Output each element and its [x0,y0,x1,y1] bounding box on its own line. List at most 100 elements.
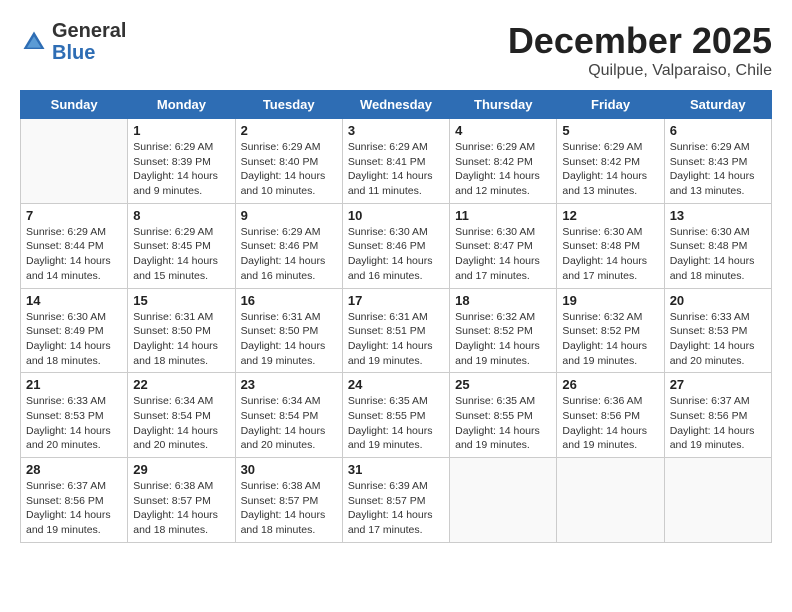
calendar-cell: 5 Sunrise: 6:29 AM Sunset: 8:42 PM Daylig… [557,119,664,204]
day-info: Sunrise: 6:32 AM Sunset: 8:52 PM Dayligh… [562,310,658,369]
day-number: 13 [670,208,766,223]
calendar-week-row: 14Sunrise: 6:30 AM Sunset: 8:49 PM Dayli… [21,288,772,373]
calendar-cell: 1 Sunrise: 6:29 AM Sunset: 8:39 PM Daylig… [128,119,235,204]
calendar-cell [664,458,771,543]
calendar-cell: 16Sunrise: 6:31 AM Sunset: 8:50 PM Dayli… [235,288,342,373]
day-number: 3 [348,123,444,138]
day-info: Sunrise: 6:35 AM Sunset: 8:55 PM Dayligh… [348,394,444,453]
day-info: Sunrise: 6:29 AM Sunset: 8:43 PM Dayligh… [670,140,766,199]
page-header: General Blue December 2025 Quilpue, Valp… [20,20,772,80]
calendar-cell: 20 Sunrise: 6:33 AM Sunset: 8:53 PM Dayli… [664,288,771,373]
day-info: Sunrise: 6:29 AM Sunset: 8:39 PM Dayligh… [133,140,229,199]
day-number: 4 [455,123,551,138]
day-info: Sunrise: 6:34 AM Sunset: 8:54 PM Dayligh… [241,394,337,453]
day-info: Sunrise: 6:29 AM Sunset: 8:44 PM Dayligh… [26,225,122,284]
calendar-cell: 9 Sunrise: 6:29 AM Sunset: 8:46 PM Daylig… [235,203,342,288]
day-info: Sunrise: 6:31 AM Sunset: 8:50 PM Dayligh… [133,310,229,369]
day-info: Sunrise: 6:32 AM Sunset: 8:52 PM Dayligh… [455,310,551,369]
day-info: Sunrise: 6:30 AM Sunset: 8:46 PM Dayligh… [348,225,444,284]
day-number: 26 [562,377,658,392]
calendar-cell: 7 Sunrise: 6:29 AM Sunset: 8:44 PM Daylig… [21,203,128,288]
day-number: 31 [348,462,444,477]
calendar-cell: 25 Sunrise: 6:35 AM Sunset: 8:55 PM Dayli… [450,373,557,458]
day-number: 27 [670,377,766,392]
day-number: 1 [133,123,229,138]
day-info: Sunrise: 6:29 AM Sunset: 8:46 PM Dayligh… [241,225,337,284]
calendar-cell: 8 Sunrise: 6:29 AM Sunset: 8:45 PM Daylig… [128,203,235,288]
calendar-cell: 29 Sunrise: 6:38 AM Sunset: 8:57 PM Dayli… [128,458,235,543]
day-info: Sunrise: 6:30 AM Sunset: 8:48 PM Dayligh… [562,225,658,284]
calendar-cell: 15 Sunrise: 6:31 AM Sunset: 8:50 PM Dayli… [128,288,235,373]
day-number: 8 [133,208,229,223]
calendar-week-row: 28 Sunrise: 6:37 AM Sunset: 8:56 PM Dayli… [21,458,772,543]
day-number: 29 [133,462,229,477]
month-title: December 2025 [508,20,772,62]
day-info: Sunrise: 6:30 AM Sunset: 8:47 PM Dayligh… [455,225,551,284]
calendar-cell [557,458,664,543]
calendar-cell: 4Sunrise: 6:29 AM Sunset: 8:42 PM Daylig… [450,119,557,204]
calendar-cell: 31 Sunrise: 6:39 AM Sunset: 8:57 PM Dayli… [342,458,449,543]
calendar-cell: 10 Sunrise: 6:30 AM Sunset: 8:46 PM Dayli… [342,203,449,288]
calendar-table: SundayMondayTuesdayWednesdayThursdayFrid… [20,90,772,543]
day-info: Sunrise: 6:39 AM Sunset: 8:57 PM Dayligh… [348,479,444,538]
calendar-cell: 30 Sunrise: 6:38 AM Sunset: 8:57 PM Dayli… [235,458,342,543]
calendar-cell [450,458,557,543]
day-number: 28 [26,462,122,477]
day-number: 7 [26,208,122,223]
calendar-cell: 27 Sunrise: 6:37 AM Sunset: 8:56 PM Dayli… [664,373,771,458]
day-info: Sunrise: 6:38 AM Sunset: 8:57 PM Dayligh… [133,479,229,538]
day-number: 10 [348,208,444,223]
day-number: 21 [26,377,122,392]
day-info: Sunrise: 6:29 AM Sunset: 8:45 PM Dayligh… [133,225,229,284]
calendar-cell: 17Sunrise: 6:31 AM Sunset: 8:51 PM Dayli… [342,288,449,373]
calendar-cell: 18 Sunrise: 6:32 AM Sunset: 8:52 PM Dayli… [450,288,557,373]
logo-general: General [52,20,126,42]
day-info: Sunrise: 6:34 AM Sunset: 8:54 PM Dayligh… [133,394,229,453]
calendar-cell: 19 Sunrise: 6:32 AM Sunset: 8:52 PM Dayli… [557,288,664,373]
day-number: 9 [241,208,337,223]
logo-icon [20,28,48,56]
title-block: December 2025 Quilpue, Valparaiso, Chile [508,20,772,80]
day-number: 5 [562,123,658,138]
day-info: Sunrise: 6:30 AM Sunset: 8:48 PM Dayligh… [670,225,766,284]
calendar-cell: 11 Sunrise: 6:30 AM Sunset: 8:47 PM Dayli… [450,203,557,288]
day-number: 20 [670,293,766,308]
calendar-cell: 2Sunrise: 6:29 AM Sunset: 8:40 PM Daylig… [235,119,342,204]
day-info: Sunrise: 6:29 AM Sunset: 8:40 PM Dayligh… [241,140,337,199]
day-info: Sunrise: 6:35 AM Sunset: 8:55 PM Dayligh… [455,394,551,453]
weekday-header: Sunday [21,91,128,119]
calendar-cell: 24 Sunrise: 6:35 AM Sunset: 8:55 PM Dayli… [342,373,449,458]
day-info: Sunrise: 6:37 AM Sunset: 8:56 PM Dayligh… [670,394,766,453]
calendar-cell: 26Sunrise: 6:36 AM Sunset: 8:56 PM Dayli… [557,373,664,458]
calendar-cell: 12 Sunrise: 6:30 AM Sunset: 8:48 PM Dayli… [557,203,664,288]
day-info: Sunrise: 6:33 AM Sunset: 8:53 PM Dayligh… [26,394,122,453]
day-number: 6 [670,123,766,138]
calendar-cell: 28 Sunrise: 6:37 AM Sunset: 8:56 PM Dayli… [21,458,128,543]
day-number: 11 [455,208,551,223]
day-info: Sunrise: 6:38 AM Sunset: 8:57 PM Dayligh… [241,479,337,538]
day-number: 22 [133,377,229,392]
day-number: 30 [241,462,337,477]
weekday-header: Thursday [450,91,557,119]
weekday-header: Wednesday [342,91,449,119]
day-info: Sunrise: 6:29 AM Sunset: 8:42 PM Dayligh… [562,140,658,199]
weekday-header: Saturday [664,91,771,119]
day-number: 12 [562,208,658,223]
day-info: Sunrise: 6:31 AM Sunset: 8:51 PM Dayligh… [348,310,444,369]
day-info: Sunrise: 6:37 AM Sunset: 8:56 PM Dayligh… [26,479,122,538]
calendar-cell: 6 Sunrise: 6:29 AM Sunset: 8:43 PM Daylig… [664,119,771,204]
day-number: 18 [455,293,551,308]
subtitle: Quilpue, Valparaiso, Chile [508,62,772,80]
day-info: Sunrise: 6:30 AM Sunset: 8:49 PM Dayligh… [26,310,122,369]
day-number: 23 [241,377,337,392]
calendar-cell: 13 Sunrise: 6:30 AM Sunset: 8:48 PM Dayli… [664,203,771,288]
day-number: 16 [241,293,337,308]
day-number: 19 [562,293,658,308]
logo: General Blue [20,20,126,64]
day-number: 24 [348,377,444,392]
calendar-week-row: 7 Sunrise: 6:29 AM Sunset: 8:44 PM Daylig… [21,203,772,288]
day-number: 15 [133,293,229,308]
day-info: Sunrise: 6:33 AM Sunset: 8:53 PM Dayligh… [670,310,766,369]
day-number: 25 [455,377,551,392]
weekday-header: Monday [128,91,235,119]
